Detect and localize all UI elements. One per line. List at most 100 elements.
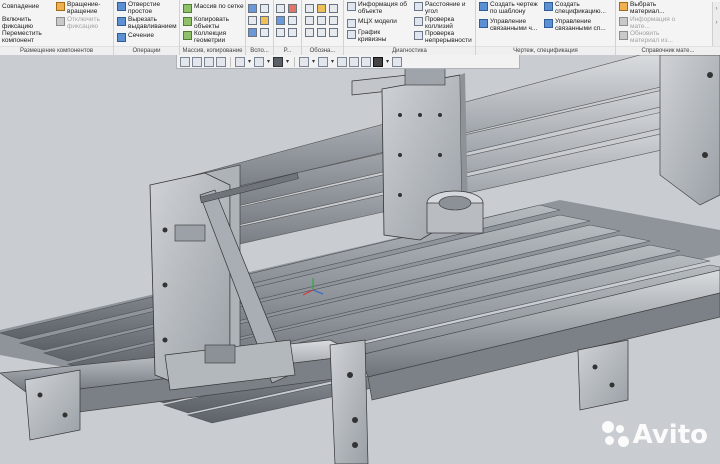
axis-icon[interactable] [248,16,257,25]
chevron-down-icon[interactable]: ▾ [385,58,390,65]
distance-angle-button[interactable]: Расстояние и угол [414,1,473,15]
view-toolbar: ▾ ▾ ▾ ▾ ▾ ▾ [176,55,520,69]
zoom-icon[interactable] [204,56,214,67]
object-info-button[interactable]: Информация об объекте [347,1,414,15]
copy-objects-button[interactable]: Копировать объекты [183,16,238,30]
extrude-cut-icon [117,17,126,26]
update-material-label: Обновить материал из... [630,30,673,44]
lock-icon [56,17,65,26]
copy-icon [183,17,192,26]
rotate-icon[interactable] [235,56,245,67]
zoom-fit-icon[interactable] [180,56,190,67]
curvature-icon [347,30,356,39]
tolerance-icon[interactable] [317,4,326,13]
chevron-down-icon[interactable]: ▾ [311,58,316,65]
front-left-leg [24,369,81,441]
thread-icon[interactable] [329,28,338,37]
zoom-window-icon[interactable] [192,56,202,67]
group-designations: Обозна... [302,0,344,55]
chevron-down-icon[interactable]: ▾ [285,58,290,65]
gear-icon[interactable] [392,56,402,67]
ribbon-scroll[interactable]: › › [712,2,720,46]
mass-properties-button[interactable]: МЦХ модели [347,18,397,28]
continuity-icon [414,31,423,40]
grid-array-icon [183,4,192,13]
measure-icon[interactable] [276,16,285,25]
continuity-check-button[interactable]: Проверка непрерывности [414,30,475,44]
move-component-button[interactable]: Переместить компонент [2,30,52,44]
collision-icon [414,17,423,26]
plane-icon[interactable] [248,4,257,13]
rotate-rotate-label: Вращение-вращение [67,1,101,15]
create-spec-button[interactable]: Создать спецификацию... [544,1,611,15]
point-icon[interactable] [248,28,257,37]
arc-icon[interactable] [288,28,297,37]
view-manager-icon[interactable] [337,56,347,67]
group-component-placement: Совпадение Вращение-вращение Включить фи… [0,0,114,55]
radius-icon[interactable] [288,4,297,13]
mark-icon[interactable] [317,16,326,25]
shadows-icon[interactable] [361,56,371,67]
roughness-icon[interactable] [305,4,314,13]
section-view-icon[interactable] [318,56,328,67]
hide-icon[interactable] [299,56,309,67]
grid-array-label: Массив по сетке [194,3,244,10]
leader-icon[interactable] [305,16,314,25]
extrude-cut-button[interactable]: Вырезать выдавливанием [117,16,177,30]
create-drawing-button[interactable]: Создать чертеж по шаблону [479,1,546,15]
ribbon: Совпадение Вращение-вращение Включить фи… [0,0,720,55]
group-caption: Размещение компонентов [0,46,113,55]
chevron-down-icon[interactable]: ▾ [247,58,252,65]
separator [230,56,231,67]
disable-fixation-label: Отключить фиксацию [67,16,100,30]
mate-coincident-label: Совпадение [2,3,40,10]
mate-coincident-button[interactable]: Совпадение [2,3,40,11]
group-array-copy: Массив по сетке Копировать объекты Колле… [180,0,246,55]
update-material-button[interactable]: Обновить материал из... [619,30,682,44]
select-material-button[interactable]: Выбрать материал... [619,1,680,15]
pan-icon[interactable] [216,56,226,67]
perspective-icon[interactable] [349,56,359,67]
manage-linked-specs-button[interactable]: Управление связанными сп... [544,18,611,32]
spec-icon [544,2,553,11]
manage-linked-specs-label: Управление связанными сп... [555,18,606,32]
material-info-button[interactable]: Информация о мате... [619,16,682,30]
info-icon [347,2,356,11]
collision-check-button[interactable]: Проверка коллизий [414,16,471,30]
rotate-rotate-button[interactable]: Вращение-вращение [56,1,111,15]
right-end-plate [659,55,720,206]
group-r: Р... [274,0,302,55]
geometry-collection-button[interactable]: Коллекция геометрии [183,30,238,44]
group-operations: Отверстие простое Вырезать выдавливанием… [114,0,180,55]
manage-linked-drawings-button[interactable]: Управление связанными ч... [479,18,540,32]
grid-array-button[interactable]: Массив по сетке [183,3,244,13]
chevron-down-icon[interactable]: ▾ [330,58,335,65]
simple-hole-button[interactable]: Отверстие простое [117,1,172,15]
weld-icon[interactable] [329,16,338,25]
copy-objects-label: Копировать объекты [194,16,229,30]
group-caption: Диагностика [344,46,475,55]
material-info-label: Информация о мате... [630,16,676,30]
filter-icon[interactable] [373,56,383,67]
diameter-icon[interactable] [288,16,297,25]
chevron-down-icon[interactable]: ▾ [266,58,271,65]
hole-icon [117,2,126,11]
section-button[interactable]: Сечение [117,32,154,42]
disable-fixation-button[interactable]: Отключить фиксацию [56,16,111,30]
create-drawing-label: Создать чертеж по шаблону [490,1,538,15]
sketch-icon[interactable] [260,4,269,13]
dimension-icon[interactable] [276,4,285,13]
base-icon[interactable] [305,28,314,37]
text-icon[interactable] [317,28,326,37]
surface-icon[interactable] [260,28,269,37]
note-icon[interactable] [329,4,338,13]
watermark-text: Avito [632,420,708,450]
angle-icon[interactable] [276,28,285,37]
enable-fixation-button[interactable]: Включить фиксацию [2,16,42,30]
model-viewport[interactable]: Avito [0,55,720,464]
display-style-icon[interactable] [273,56,283,67]
collision-check-label: Проверка коллизий [425,16,455,30]
curve-icon[interactable] [260,16,269,25]
curvature-graph-button[interactable]: График кривизны [347,29,398,43]
orientation-icon[interactable] [254,56,264,67]
